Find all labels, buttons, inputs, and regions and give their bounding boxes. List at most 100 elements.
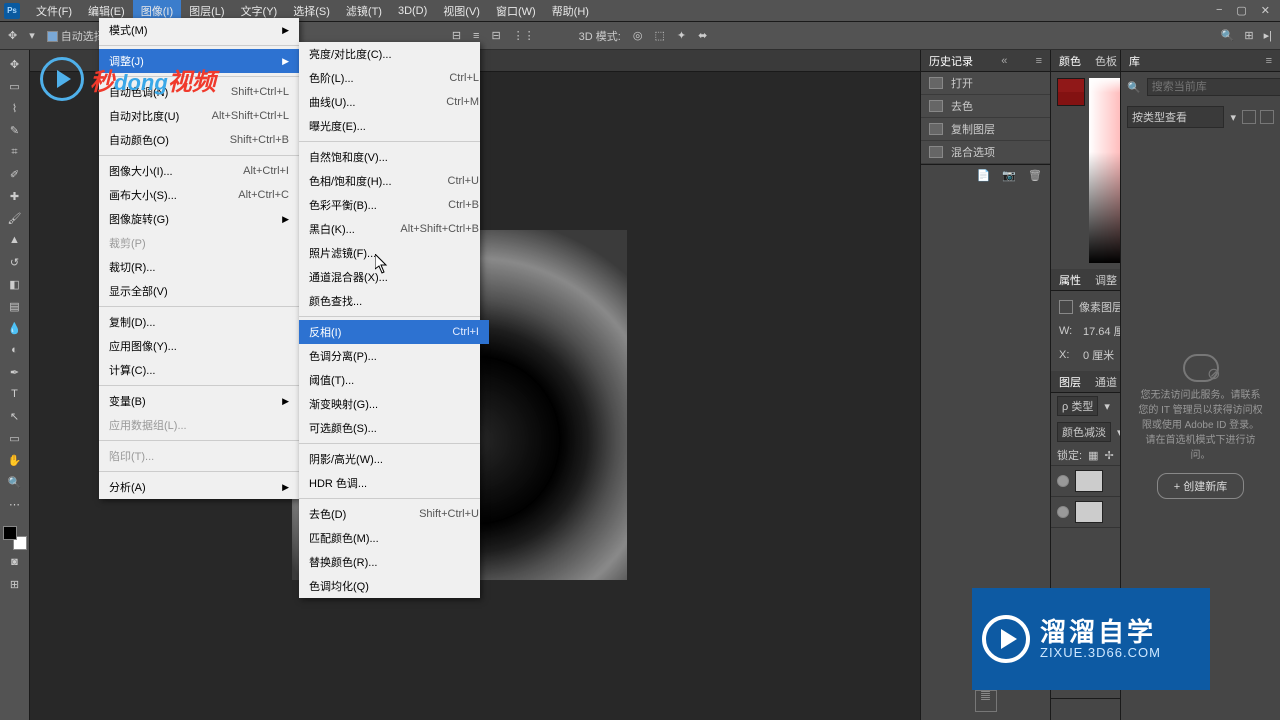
layer-kind-filter[interactable]: ρ 类型 <box>1057 396 1098 416</box>
layers-tab[interactable]: 图层 <box>1059 374 1081 390</box>
libs-view-select[interactable]: 按类型查看 <box>1127 106 1224 128</box>
eraser-tool[interactable]: ◧ <box>3 274 27 294</box>
history-item[interactable]: 复制图层 <box>921 118 1050 141</box>
history-brush-tool[interactable]: ↺ <box>3 252 27 272</box>
quick-select-tool[interactable]: ✎ <box>3 120 27 140</box>
history-collapse-icon[interactable]: « <box>1001 55 1007 67</box>
menu-item[interactable]: 变量(B)▶ <box>99 389 299 413</box>
menu-item[interactable]: 色调分离(P)... <box>299 344 489 368</box>
filter-chev-icon[interactable]: ▾ <box>1104 400 1110 413</box>
quickmask-tool[interactable]: ◙ <box>3 552 27 572</box>
distribute-icon[interactable]: ⋮⋮ <box>513 29 535 42</box>
history-item[interactable]: 去色 <box>921 95 1050 118</box>
menu-item[interactable]: 自动色调(N)Shift+Ctrl+L <box>99 80 299 104</box>
crop-tool[interactable]: ⌗ <box>3 142 27 162</box>
stamp-tool[interactable]: ▲ <box>3 230 27 250</box>
healing-tool[interactable]: ✚ <box>3 186 27 206</box>
menu-item[interactable]: 阴影/高光(W)... <box>299 447 489 471</box>
menu-item[interactable]: 照片滤镜(F)... <box>299 241 489 265</box>
edit-toolbar[interactable]: ⋯ <box>3 494 27 514</box>
grid-view-icon[interactable] <box>1242 110 1256 124</box>
menu-item[interactable]: 颜色查找... <box>299 289 489 313</box>
search-icon[interactable]: 🔍 <box>1221 29 1235 42</box>
menu-file[interactable]: 文件(F) <box>28 0 80 23</box>
menu-item[interactable]: 自动对比度(U)Alt+Shift+Ctrl+L <box>99 104 299 128</box>
menu-item[interactable]: 亮度/对比度(C)... <box>299 42 489 66</box>
menu-item[interactable]: 渐变映射(G)... <box>299 392 489 416</box>
menu-item[interactable]: 调整(J)▶ <box>99 49 299 73</box>
type-tool[interactable]: T <box>3 384 27 404</box>
menu-item[interactable]: 色调均化(Q) <box>299 574 489 598</box>
align-right-icon[interactable]: ⊟ <box>491 29 500 42</box>
align-center-icon[interactable]: ≡ <box>473 30 479 42</box>
marquee-tool[interactable]: ▭ <box>3 76 27 96</box>
panel-vert-icon[interactable]: 𝄚 <box>975 690 997 712</box>
fg-color[interactable] <box>3 526 17 540</box>
layer-thumb[interactable] <box>1075 501 1103 523</box>
new-snapshot-icon[interactable]: 📄 <box>977 169 991 182</box>
3d-icon-1[interactable]: ◎ <box>633 29 643 42</box>
menu-item[interactable]: 计算(C)... <box>99 358 299 382</box>
menu-item[interactable]: 色相/饱和度(H)...Ctrl+U <box>299 169 489 193</box>
camera-icon[interactable]: 📷 <box>1002 169 1016 182</box>
screenmode-tool[interactable]: ⊞ <box>3 574 27 594</box>
visibility-icon[interactable] <box>1057 506 1069 518</box>
menu-item[interactable]: 通道混合器(X)... <box>299 265 489 289</box>
menu-item[interactable]: 自然饱和度(V)... <box>299 145 489 169</box>
menu-item[interactable]: 色彩平衡(B)...Ctrl+B <box>299 193 489 217</box>
menu-item[interactable]: 黑白(K)...Alt+Shift+Ctrl+B <box>299 217 489 241</box>
menu-item[interactable]: 自动颜色(O)Shift+Ctrl+B <box>99 128 299 152</box>
menu-item[interactable]: 可选颜色(S)... <box>299 416 489 440</box>
menu-item[interactable]: 分析(A)▶ <box>99 475 299 499</box>
move-tool[interactable]: ✥ <box>3 54 27 74</box>
menu-item[interactable]: 曲线(U)...Ctrl+M <box>299 90 489 114</box>
menu-item[interactable]: 匹配颜色(M)... <box>299 526 489 550</box>
color-wells[interactable] <box>3 526 27 550</box>
menu-item[interactable]: 应用图像(Y)... <box>99 334 299 358</box>
layer-thumb[interactable] <box>1075 470 1103 492</box>
menu-item[interactable]: 阈值(T)... <box>299 368 489 392</box>
color-swatch[interactable] <box>1057 78 1085 106</box>
menu-item[interactable]: HDR 色调... <box>299 471 489 495</box>
history-menu-icon[interactable]: ≡ <box>1036 55 1042 67</box>
menu-item[interactable]: 曝光度(E)... <box>299 114 489 138</box>
menu-item[interactable]: 色阶(L)...Ctrl+L <box>299 66 489 90</box>
close-button[interactable]: ✕ <box>1261 4 1270 17</box>
trash-icon[interactable]: 🗑 <box>1028 169 1042 182</box>
tool-preset-icon[interactable]: ▾ <box>29 29 35 42</box>
history-item[interactable]: 混合选项 <box>921 141 1050 164</box>
list-view-icon[interactable] <box>1260 110 1274 124</box>
history-tab[interactable]: 历史记录 <box>929 53 973 69</box>
libs-search-input[interactable] <box>1147 78 1280 96</box>
create-library-button[interactable]: + 创建新库 <box>1157 473 1244 499</box>
history-item[interactable]: 打开 <box>921 72 1050 95</box>
menu-item[interactable]: 裁切(R)... <box>99 255 299 279</box>
menu-item[interactable]: 替换颜色(R)... <box>299 550 489 574</box>
lock-position-icon[interactable]: ✢ <box>1104 449 1113 462</box>
minimize-button[interactable]: − <box>1216 4 1222 17</box>
brush-tool[interactable]: 🖌 <box>3 208 27 228</box>
color-tab[interactable]: 颜色 <box>1059 53 1081 69</box>
menu-item[interactable]: 图像大小(I)...Alt+Ctrl+I <box>99 159 299 183</box>
pen-tool[interactable]: ✒ <box>3 362 27 382</box>
shape-tool[interactable]: ▭ <box>3 428 27 448</box>
menu-item[interactable]: 图像旋转(G)▶ <box>99 207 299 231</box>
workspace-icon[interactable]: ▸| <box>1264 29 1272 42</box>
path-tool[interactable]: ↖ <box>3 406 27 426</box>
channels-tab[interactable]: 通道 <box>1095 374 1117 390</box>
zoom-tool[interactable]: 🔍 <box>3 472 27 492</box>
menu-item[interactable]: 复制(D)... <box>99 310 299 334</box>
menu-item[interactable]: 显示全部(V) <box>99 279 299 303</box>
eyedropper-tool[interactable]: ✐ <box>3 164 27 184</box>
menu-item[interactable]: 画布大小(S)...Alt+Ctrl+C <box>99 183 299 207</box>
menu-filter[interactable]: 滤镜(T) <box>338 0 390 23</box>
menu-window[interactable]: 窗口(W) <box>488 0 544 23</box>
menu-3d[interactable]: 3D(D) <box>390 1 435 21</box>
align-left-icon[interactable]: ⊟ <box>452 29 461 42</box>
3d-icon-3[interactable]: ✦ <box>677 29 686 42</box>
gradient-tool[interactable]: ▤ <box>3 296 27 316</box>
lock-pixels-icon[interactable]: ▦ <box>1088 449 1098 462</box>
blend-mode-select[interactable]: 颜色减淡 <box>1057 422 1111 442</box>
libs-menu-icon[interactable]: ≡ <box>1266 55 1272 67</box>
dodge-tool[interactable]: ◐ <box>3 340 27 360</box>
